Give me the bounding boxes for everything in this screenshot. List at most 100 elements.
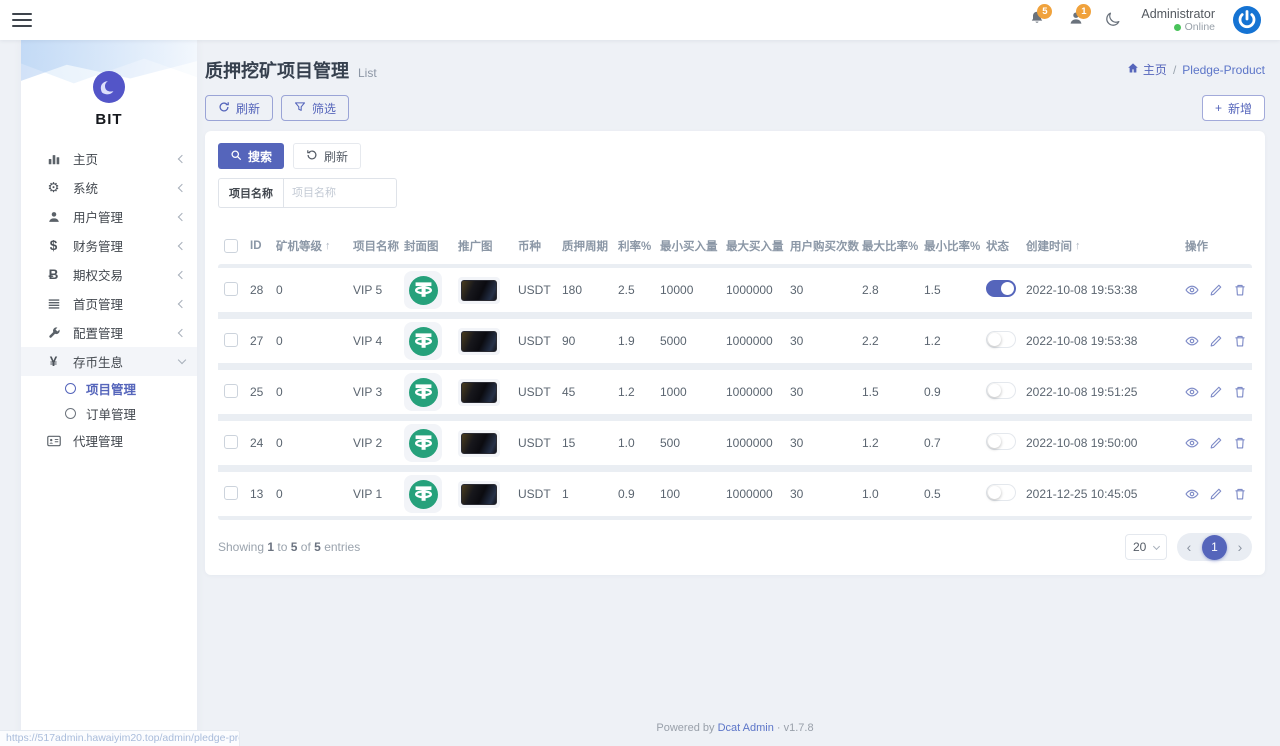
sidebar: BIT 主页⚙系统用户管理 $财务管理Ƀ期权交易首页管理配置管理¥存币生息项目管理… [21, 40, 197, 746]
brand-name: BIT [21, 111, 197, 128]
search-button[interactable]: 搜索 [218, 143, 284, 169]
view-eye-icon[interactable] [1185, 334, 1199, 348]
row-select-cell [218, 384, 250, 401]
status-toggle[interactable] [986, 331, 1016, 348]
sidebar-subitem-projects[interactable]: 项目管理 [21, 376, 197, 401]
refresh-icon [218, 101, 230, 116]
col-header-buy_count: 用户购买次数 [790, 238, 862, 254]
submenu-deposit: 项目管理订单管理 [21, 376, 197, 426]
col-label: 最大比率% [862, 238, 918, 254]
col-label: 操作 [1185, 238, 1208, 254]
tether-logo[interactable] [404, 475, 442, 513]
select-all-checkbox[interactable] [224, 239, 238, 253]
sidebar-item-system[interactable]: ⚙系统 [21, 173, 197, 202]
sidebar-item-users[interactable]: 用户管理 [21, 202, 197, 231]
promo-image[interactable] [458, 481, 500, 508]
yen-icon: ¥ [45, 354, 62, 370]
sidebar-item-agents[interactable]: 代理管理 [21, 426, 197, 455]
promo-image[interactable] [458, 430, 500, 457]
notification-bell[interactable]: 5 [1026, 9, 1048, 31]
chevron-left-icon [178, 299, 186, 307]
edit-pencil-icon[interactable] [1209, 487, 1223, 501]
page-size-select[interactable]: 20 [1125, 534, 1167, 560]
dark-mode-toggle[interactable] [1104, 10, 1124, 30]
col-label: 币种 [518, 238, 541, 254]
prev-page-button[interactable]: ‹ [1183, 539, 1195, 555]
sidebar-item-options[interactable]: Ƀ期权交易 [21, 260, 197, 289]
cell-rate: 1.9 [618, 334, 660, 348]
sidebar-item-deposit[interactable]: ¥存币生息 [21, 347, 197, 376]
col-header-created_at[interactable]: 创建时间↑ [1026, 238, 1150, 254]
gear-icon: ⚙ [45, 180, 62, 196]
row-checkbox[interactable] [224, 384, 238, 398]
cell-id: 28 [250, 283, 276, 297]
edit-pencil-icon[interactable] [1209, 334, 1223, 348]
status-toggle[interactable] [986, 280, 1016, 297]
promo-image[interactable] [458, 277, 500, 304]
status-toggle[interactable] [986, 484, 1016, 501]
delete-trash-icon[interactable] [1233, 436, 1247, 450]
tether-logo[interactable] [404, 424, 442, 462]
cell-status [986, 331, 1026, 351]
promo-image[interactable] [458, 379, 500, 406]
project-name-input[interactable] [283, 178, 397, 208]
tether-logo[interactable] [404, 322, 442, 360]
sidebar-item-homepage[interactable]: 首页管理 [21, 289, 197, 318]
plus-icon: + [1215, 101, 1222, 115]
project-name-label: 项目名称 [218, 178, 283, 208]
cell-max_ratio: 2.8 [862, 283, 924, 297]
row-actions [1150, 436, 1252, 450]
edit-pencil-icon[interactable] [1209, 283, 1223, 297]
reset-button[interactable]: 刷新 [293, 143, 361, 169]
sidebar-item-finance[interactable]: $财务管理 [21, 231, 197, 260]
status-toggle[interactable] [986, 433, 1016, 450]
sidebar-item-label: 财务管理 [73, 236, 123, 255]
sidebar-item-config[interactable]: 配置管理 [21, 318, 197, 347]
cell-promo [458, 328, 518, 355]
user-menu[interactable]: Administrator Online [1141, 7, 1215, 33]
cell-name: VIP 2 [353, 436, 404, 450]
row-checkbox[interactable] [224, 333, 238, 347]
col-header-ops: 操作 [1150, 238, 1252, 254]
cell-promo [458, 379, 518, 406]
hamburger-menu-icon[interactable] [12, 13, 32, 27]
promo-image[interactable] [458, 328, 500, 355]
col-label: 质押周期 [562, 238, 608, 254]
delete-trash-icon[interactable] [1233, 283, 1247, 297]
view-eye-icon[interactable] [1185, 385, 1199, 399]
edit-pencil-icon[interactable] [1209, 436, 1223, 450]
cell-min_buy: 5000 [660, 334, 726, 348]
tether-logo[interactable] [404, 271, 442, 309]
moon-icon [1104, 15, 1122, 32]
tether-logo[interactable] [404, 373, 442, 411]
main-content: 质押挖矿项目管理 List 主页 / Pledge-Product [197, 40, 1280, 746]
col-label: 最小比率% [924, 238, 980, 254]
sidebar-item-label: 期权交易 [73, 265, 123, 284]
sidebar-item-home[interactable]: 主页 [21, 144, 197, 173]
col-header-rate: 利率% [618, 238, 660, 254]
add-button[interactable]: + 新增 [1202, 95, 1265, 121]
sidebar-item-label: 用户管理 [73, 207, 123, 226]
row-checkbox[interactable] [224, 435, 238, 449]
col-header-miner_level[interactable]: 矿机等级↑ [276, 238, 353, 254]
dcat-admin-link[interactable]: Dcat Admin [718, 722, 774, 734]
dcat-logo[interactable] [1232, 5, 1262, 35]
delete-trash-icon[interactable] [1233, 334, 1247, 348]
current-page-button[interactable]: 1 [1202, 535, 1227, 560]
view-eye-icon[interactable] [1185, 283, 1199, 297]
cell-name: VIP 3 [353, 385, 404, 399]
breadcrumb-home-link[interactable]: 主页 [1127, 61, 1167, 78]
view-eye-icon[interactable] [1185, 436, 1199, 450]
filter-button[interactable]: 筛选 [281, 95, 349, 121]
view-eye-icon[interactable] [1185, 487, 1199, 501]
edit-pencil-icon[interactable] [1209, 385, 1223, 399]
sidebar-subitem-orders[interactable]: 订单管理 [21, 401, 197, 426]
row-checkbox[interactable] [224, 486, 238, 500]
delete-trash-icon[interactable] [1233, 487, 1247, 501]
status-toggle[interactable] [986, 382, 1016, 399]
row-checkbox[interactable] [224, 282, 238, 296]
refresh-button[interactable]: 刷新 [205, 95, 273, 121]
notification-user[interactable]: 1 [1065, 9, 1087, 31]
next-page-button[interactable]: › [1234, 539, 1246, 555]
delete-trash-icon[interactable] [1233, 385, 1247, 399]
